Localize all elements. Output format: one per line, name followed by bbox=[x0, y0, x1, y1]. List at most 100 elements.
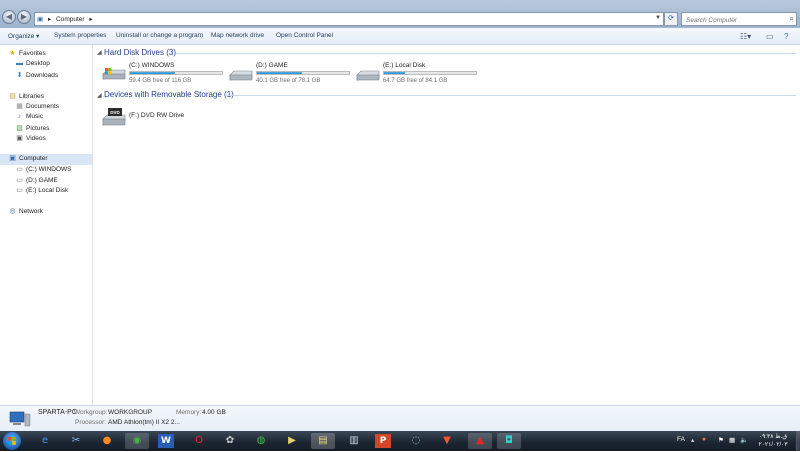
open-control-panel-button[interactable]: Open Control Panel bbox=[276, 32, 333, 39]
downloads-icon: ⬇ bbox=[16, 72, 23, 79]
documents-icon: ▦ bbox=[16, 103, 23, 110]
firefox-taskbar-icon[interactable]: ● bbox=[97, 433, 117, 449]
nav-network[interactable]: ◎ Network bbox=[8, 207, 42, 218]
drive-name-c[interactable]: (C:) WINDOWS bbox=[129, 62, 175, 69]
dvd-badge: DVD bbox=[110, 110, 120, 115]
drive-usage-fill bbox=[257, 72, 303, 74]
breadcrumb-chevron-icon[interactable]: ▸ bbox=[89, 16, 92, 23]
clock-time: ۰۹:۳۸ ق.ظ bbox=[758, 434, 788, 440]
drive-usage-fill bbox=[384, 72, 406, 74]
breadcrumb-chevron-icon[interactable]: ▸ bbox=[48, 16, 51, 23]
drive-tile-c[interactable] bbox=[102, 67, 126, 83]
acrobat-taskbar-icon[interactable]: ▲ bbox=[468, 433, 492, 449]
recorder-taskbar-icon[interactable]: ◘ bbox=[497, 433, 521, 449]
explorer-taskbar-icon[interactable]: ▤ bbox=[311, 433, 335, 449]
media-player-taskbar-icon[interactable]: ▶ bbox=[282, 433, 302, 449]
nav-drive-e[interactable]: ▭ (E:) Local Disk bbox=[15, 186, 68, 197]
desktop-icon: ▬ bbox=[16, 60, 23, 67]
volume-icon[interactable]: 🔈 bbox=[740, 436, 748, 444]
processor-label: Processor: bbox=[75, 419, 107, 426]
search-input[interactable] bbox=[684, 14, 788, 26]
hard-drive-icon: ▭ bbox=[16, 166, 23, 173]
breadcrumb-computer[interactable]: Computer bbox=[56, 16, 85, 23]
search-icon[interactable]: ⌕ bbox=[790, 14, 794, 24]
workgroup-value: WORKGROUP bbox=[108, 409, 153, 416]
start-button[interactable] bbox=[3, 432, 21, 450]
preview-pane-icon[interactable]: ▭ bbox=[766, 32, 774, 41]
nav-desktop[interactable]: ▬ Desktop bbox=[15, 60, 50, 71]
group-header-removable[interactable]: Devices with Removable Storage (1) bbox=[104, 90, 234, 99]
memory-label: Memory: bbox=[176, 409, 202, 416]
pictures-icon: ▧ bbox=[16, 125, 23, 132]
group-divider bbox=[226, 95, 796, 96]
brave-taskbar-icon[interactable]: ▼ bbox=[437, 433, 457, 449]
videos-icon: ▣ bbox=[16, 135, 23, 142]
search-box[interactable]: ⌕ bbox=[681, 12, 797, 26]
group-divider bbox=[176, 53, 796, 54]
nav-favorites[interactable]: ★ Favorites bbox=[8, 49, 45, 60]
action-center-flag-icon[interactable]: ⚑ bbox=[718, 436, 724, 444]
windows-drive-icon bbox=[102, 68, 126, 80]
drive-tile-d[interactable] bbox=[229, 69, 253, 85]
word-taskbar-icon[interactable]: W bbox=[158, 434, 174, 448]
pc-name: SPARTA-PC bbox=[38, 409, 77, 416]
drive-free-d: 40.1 GB free of 78.1 GB bbox=[256, 78, 321, 84]
system-clock[interactable]: ۰۹:۳۸ ق.ظ ۲۰۲۱/۰۲/۰۳ bbox=[752, 433, 794, 449]
group-header-hdd[interactable]: Hard Disk Drives (3) bbox=[104, 48, 176, 57]
back-button[interactable]: ◀ bbox=[2, 10, 16, 24]
clock-date: ۲۰۲۱/۰۲/۰۳ bbox=[758, 442, 788, 448]
nav-music[interactable]: ♪ Music bbox=[15, 113, 43, 124]
address-dropdown-icon[interactable]: ▼ bbox=[655, 15, 661, 21]
help-icon[interactable]: ? bbox=[784, 32, 788, 41]
drive-usage-fill bbox=[130, 72, 176, 74]
show-desktop-button[interactable] bbox=[796, 431, 800, 451]
ie-taskbar-icon[interactable]: e bbox=[35, 433, 55, 449]
map-network-drive-button[interactable]: Map network drive bbox=[211, 32, 264, 39]
collapse-removable-icon[interactable]: ◢ bbox=[97, 92, 102, 99]
navigation-pane: ★ Favorites ▬ Desktop ⬇ Downloads ▤ Librarie… bbox=[0, 45, 93, 405]
powerpoint-taskbar-icon[interactable]: P bbox=[375, 434, 391, 448]
star-icon: ★ bbox=[9, 50, 16, 57]
uninstall-program-button[interactable]: Uninstall or change a program bbox=[116, 32, 203, 39]
drive-name-d[interactable]: (D:) GAME bbox=[256, 62, 288, 69]
workgroup-label: Workgroup: bbox=[74, 409, 108, 416]
hard-drive-icon bbox=[229, 70, 253, 81]
language-indicator[interactable]: FA bbox=[677, 436, 685, 443]
forward-button[interactable]: ▶ bbox=[17, 10, 31, 24]
tray-app-icon[interactable]: ● bbox=[702, 436, 706, 443]
view-options-icon[interactable]: ☷▾ bbox=[740, 32, 751, 41]
drive-usage-bar-d bbox=[256, 71, 350, 75]
fdm-taskbar-icon[interactable]: ◌ bbox=[406, 433, 426, 449]
drive-name-e[interactable]: (E:) Local Disk bbox=[383, 62, 425, 69]
drive-name-f[interactable]: (F:) DVD RW Drive bbox=[129, 112, 184, 119]
drive-free-e: 64.7 GB free of 84.1 GB bbox=[383, 78, 448, 84]
drive-tile-f[interactable]: DVD bbox=[102, 107, 126, 129]
opera-taskbar-icon[interactable]: O bbox=[189, 433, 209, 449]
nav-documents[interactable]: ▦ Documents bbox=[15, 102, 59, 113]
notepad-taskbar-icon[interactable]: ▥ bbox=[344, 433, 364, 449]
drive-usage-bar-c bbox=[129, 71, 223, 75]
processor-value: AMD Athlon(tm) II X2 2... bbox=[108, 419, 180, 426]
memory-value: 4.00 GB bbox=[202, 409, 226, 416]
collapse-hdd-icon[interactable]: ◢ bbox=[97, 49, 102, 56]
chrome-taskbar-icon[interactable]: ◉ bbox=[125, 433, 149, 449]
organize-button[interactable]: Organize ▾ bbox=[8, 32, 39, 40]
address-bar[interactable]: ▣ ▸ Computer ▸ ▼ bbox=[34, 12, 664, 26]
command-bar: Organize ▾ System properties Uninstall o… bbox=[0, 28, 800, 45]
nav-drive-c[interactable]: ▭ (C:) WINDOWS bbox=[15, 165, 71, 176]
drive-tile-e[interactable] bbox=[356, 69, 380, 85]
utility-taskbar-icon[interactable]: ✿ bbox=[220, 433, 240, 449]
globe-app-taskbar-icon[interactable]: ◍ bbox=[251, 433, 271, 449]
tray-expand-icon[interactable]: ▴ bbox=[691, 436, 694, 444]
system-properties-button[interactable]: System properties bbox=[54, 32, 106, 39]
nav-computer[interactable]: ▣ Computer bbox=[0, 154, 92, 165]
music-icon: ♪ bbox=[17, 113, 22, 120]
refresh-button[interactable]: ⟳ bbox=[664, 12, 678, 26]
taskbar: e ✂ ● ◉ W O ✿ ◍ ▶ ▤ ▥ P ◌ ▼ ▲ ◘ FA ▴ ● ⚑… bbox=[0, 431, 800, 451]
drive-free-c: 59.4 GB free of 116 GB bbox=[129, 78, 192, 84]
tools-taskbar-icon[interactable]: ✂ bbox=[66, 433, 86, 449]
nav-downloads[interactable]: ⬇ Downloads bbox=[15, 71, 59, 82]
nav-videos[interactable]: ▣ Videos bbox=[15, 134, 46, 145]
computer-icon: ▣ bbox=[9, 155, 16, 162]
network-tray-icon[interactable]: ▦ bbox=[729, 436, 735, 444]
